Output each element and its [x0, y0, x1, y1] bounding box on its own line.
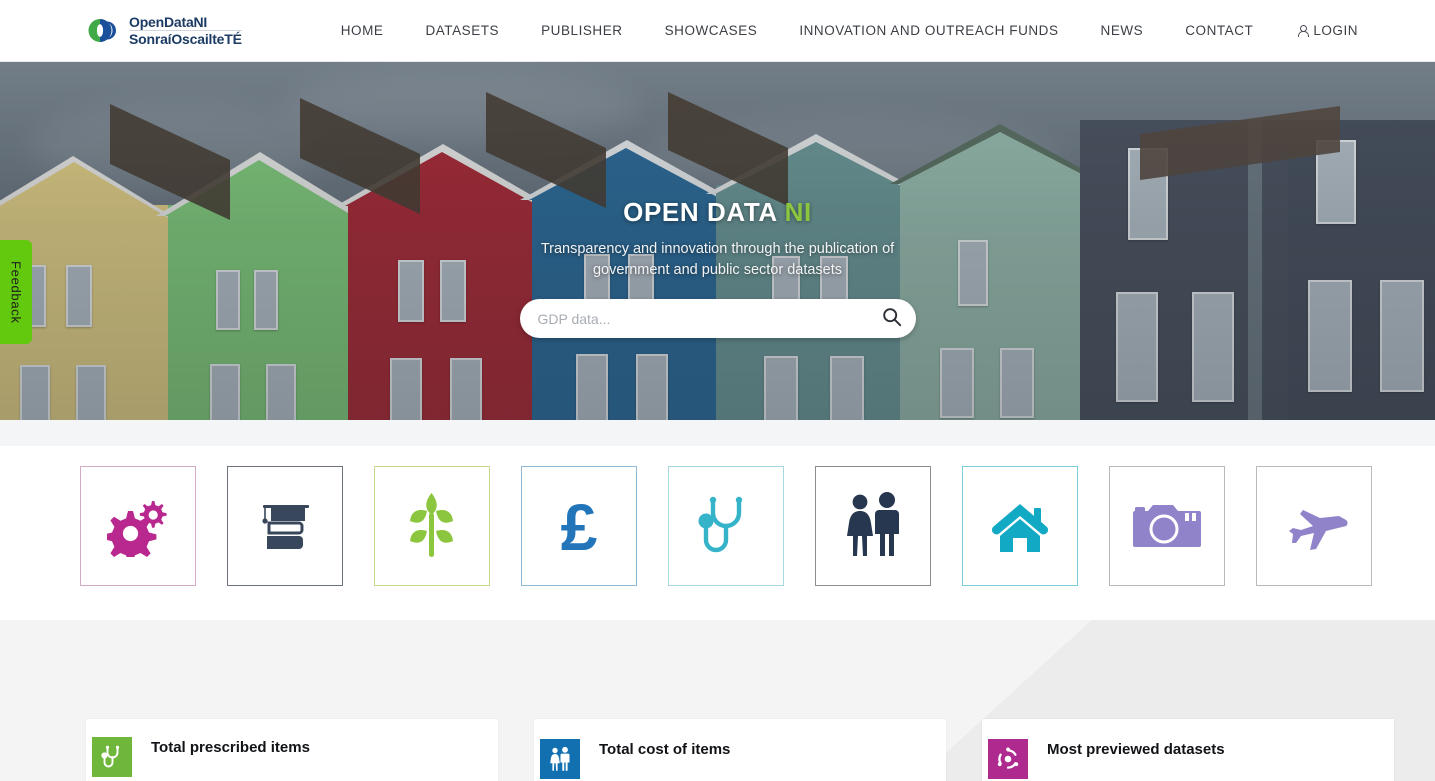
books-graduation-icon — [253, 496, 317, 556]
hero-banner: OPEN DATA NI Transparency and innovation… — [0, 62, 1435, 420]
hero-title: OPEN DATA NI — [623, 197, 812, 228]
search-input[interactable] — [519, 310, 868, 327]
card-title: Most previewed datasets — [1047, 741, 1225, 758]
pound-sterling-icon: £ — [553, 492, 605, 560]
stethoscope-icon — [92, 737, 132, 777]
user-icon — [1298, 24, 1310, 37]
nav-login[interactable]: LOGIN — [1274, 23, 1379, 38]
login-label: LOGIN — [1313, 23, 1359, 38]
statistics-section: Total prescribed items Total cost of ite… — [0, 620, 1435, 781]
nav-publisher[interactable]: PUBLISHER — [520, 23, 643, 38]
feedback-label: Feedback — [8, 260, 24, 324]
hero-search-box — [519, 299, 916, 339]
category-tiles-section: £ — [0, 446, 1435, 620]
people-icon — [841, 491, 905, 561]
people-icon — [540, 739, 580, 779]
house-icon — [987, 496, 1053, 556]
search-button[interactable] — [868, 299, 916, 338]
stethoscope-icon — [695, 493, 757, 559]
hero-title-accent: NI — [784, 197, 812, 227]
card-title: Total cost of items — [599, 741, 731, 758]
search-icon — [882, 307, 902, 330]
airplane-icon — [1278, 496, 1350, 556]
card-most-previewed-datasets[interactable]: Most previewed datasets — [982, 719, 1394, 781]
category-tourism[interactable] — [1109, 466, 1225, 586]
card-total-prescribed-items[interactable]: Total prescribed items — [86, 719, 498, 781]
nav-showcases[interactable]: SHOWCASES — [644, 23, 779, 38]
atom-icon — [988, 739, 1028, 779]
opendatani-logo-icon — [86, 17, 122, 44]
card-title: Total prescribed items — [151, 739, 310, 756]
feedback-tab[interactable]: Feedback — [0, 240, 32, 344]
logo-line-2: SonraíOscailteTÉ — [129, 29, 242, 47]
category-finance[interactable]: £ — [521, 466, 637, 586]
category-travel[interactable] — [1256, 466, 1372, 586]
nav-datasets[interactable]: DATASETS — [404, 23, 520, 38]
hero-content: OPEN DATA NI Transparency and innovation… — [0, 62, 1435, 420]
category-education[interactable] — [227, 466, 343, 586]
category-business[interactable] — [80, 466, 196, 586]
hero-title-main: OPEN DATA — [623, 197, 777, 227]
nav-news[interactable]: NEWS — [1080, 23, 1165, 38]
statistics-cards: Total prescribed items Total cost of ite… — [0, 719, 1435, 781]
nav-contact[interactable]: CONTACT — [1164, 23, 1274, 38]
main-navigation: HOME DATASETS PUBLISHER SHOWCASES INNOVA… — [320, 23, 1379, 38]
card-total-cost-of-items[interactable]: Total cost of items — [534, 719, 946, 781]
svg-text:£: £ — [561, 492, 598, 560]
logo-line-1: OpenDataNI — [129, 13, 208, 30]
category-population[interactable] — [815, 466, 931, 586]
category-tiles-row: £ — [80, 466, 1372, 586]
category-housing[interactable] — [962, 466, 1078, 586]
hero-divider-strip — [0, 420, 1435, 446]
category-health[interactable] — [668, 466, 784, 586]
site-logo[interactable]: OpenDataNI SonraíOscailteTÉ — [86, 15, 242, 46]
camera-icon — [1131, 499, 1203, 553]
category-agriculture[interactable] — [374, 466, 490, 586]
site-header: OpenDataNI SonraíOscailteTÉ HOME DATASET… — [0, 0, 1435, 62]
plant-leaves-icon — [403, 491, 461, 561]
nav-innovation-and-outreach-funds[interactable]: INNOVATION AND OUTREACH FUNDS — [778, 23, 1079, 38]
nav-home[interactable]: HOME — [320, 23, 405, 38]
gears-icon — [107, 495, 169, 557]
hero-subtitle: Transparency and innovation through the … — [540, 241, 895, 278]
